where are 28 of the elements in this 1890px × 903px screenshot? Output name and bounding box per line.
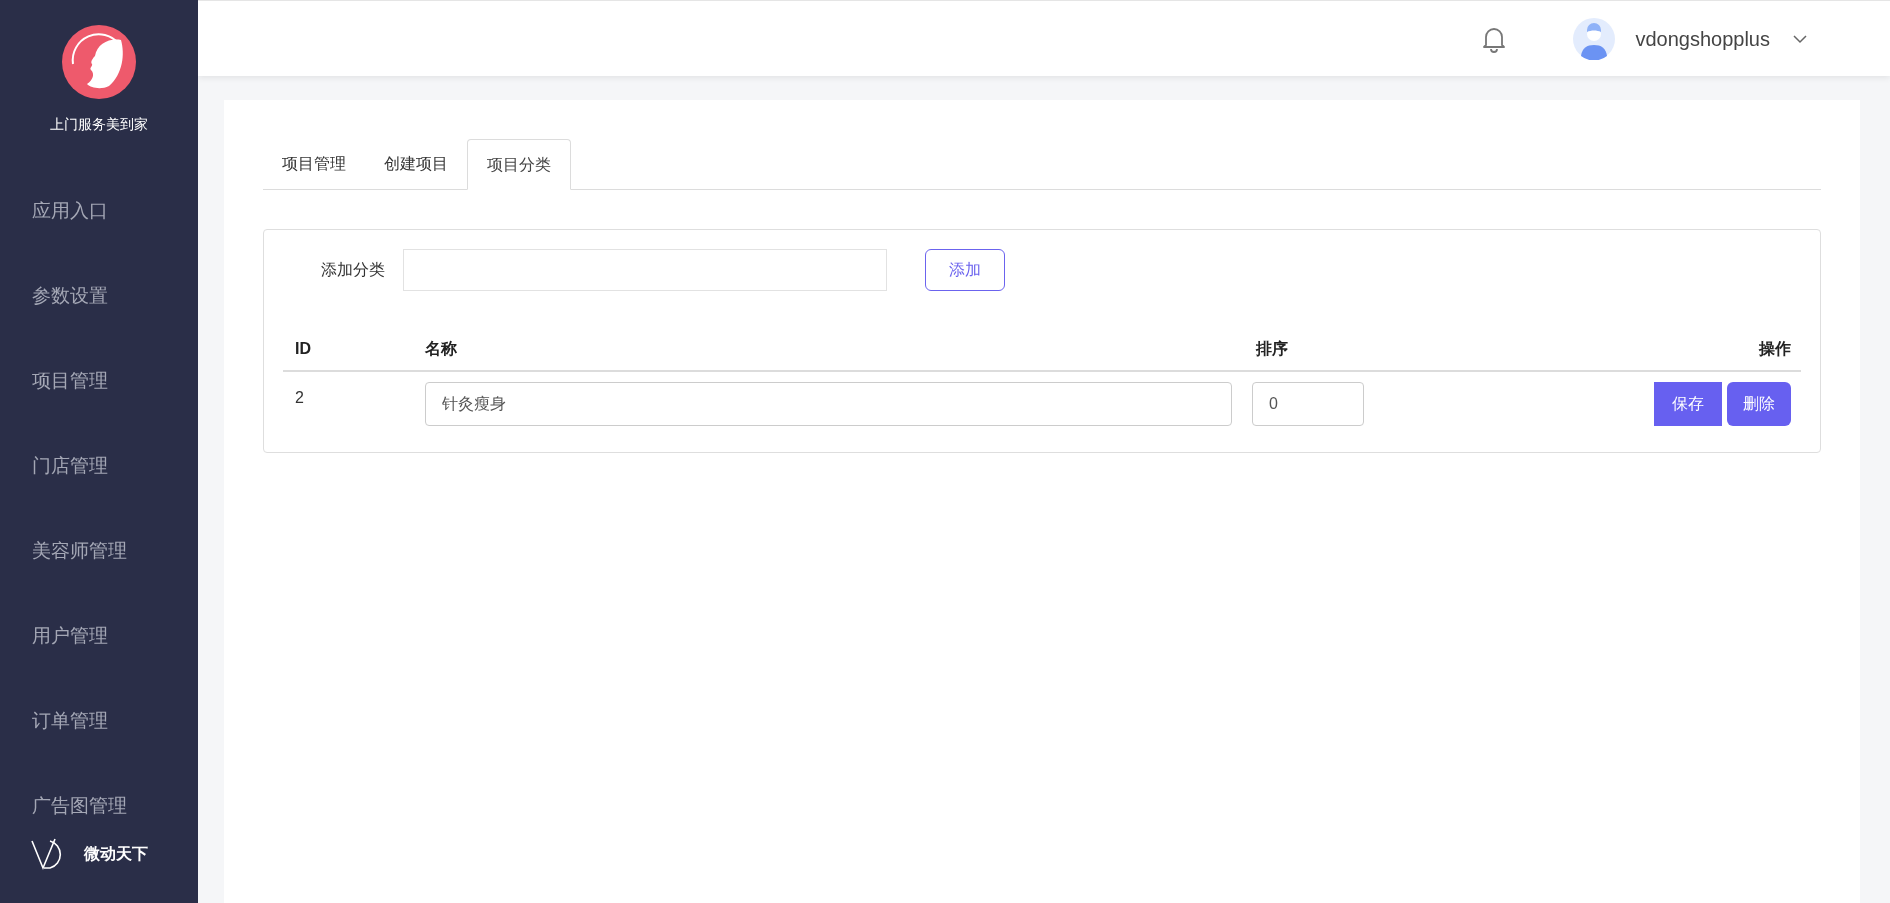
menu-item[interactable]: 用户管理 <box>0 594 198 679</box>
sort-input[interactable]: 0 <box>1252 382 1364 426</box>
footer-brand: 微动天下 <box>84 844 148 864</box>
tab[interactable]: 创建项目 <box>365 139 467 189</box>
menu-item[interactable]: 美容师管理 <box>0 509 198 594</box>
category-input[interactable] <box>403 249 887 291</box>
column-header: 操作 <box>1544 327 1801 371</box>
add-button[interactable]: 添加 <box>925 249 1005 291</box>
username[interactable]: vdongshopplus <box>1635 23 1770 54</box>
column-header: 名称 <box>413 327 1244 371</box>
chevron-down-icon[interactable] <box>1792 33 1808 44</box>
menu-item[interactable]: 项目管理 <box>0 339 198 424</box>
delete-button[interactable]: 删除 <box>1727 382 1791 426</box>
save-button[interactable]: 保存 <box>1654 382 1722 426</box>
menu-item[interactable]: 参数设置 <box>0 254 198 339</box>
table-cell: 2 <box>283 371 413 426</box>
column-header: ID <box>283 327 413 371</box>
logo-icon <box>61 24 137 100</box>
menu-item[interactable]: 门店管理 <box>0 424 198 509</box>
tab[interactable]: 项目分类 <box>467 139 571 190</box>
menu-item[interactable]: 订单管理 <box>0 679 198 764</box>
brand-name: 上门服务美到家 <box>50 115 148 134</box>
name-input[interactable]: 针灸瘦身 <box>425 382 1232 426</box>
field-label: 添加分类 <box>320 260 386 280</box>
column-header: 排序 <box>1244 327 1544 371</box>
avatar-icon <box>1573 17 1616 60</box>
tab[interactable]: 项目管理 <box>263 139 365 189</box>
menu-item[interactable]: 应用入口 <box>0 169 198 254</box>
